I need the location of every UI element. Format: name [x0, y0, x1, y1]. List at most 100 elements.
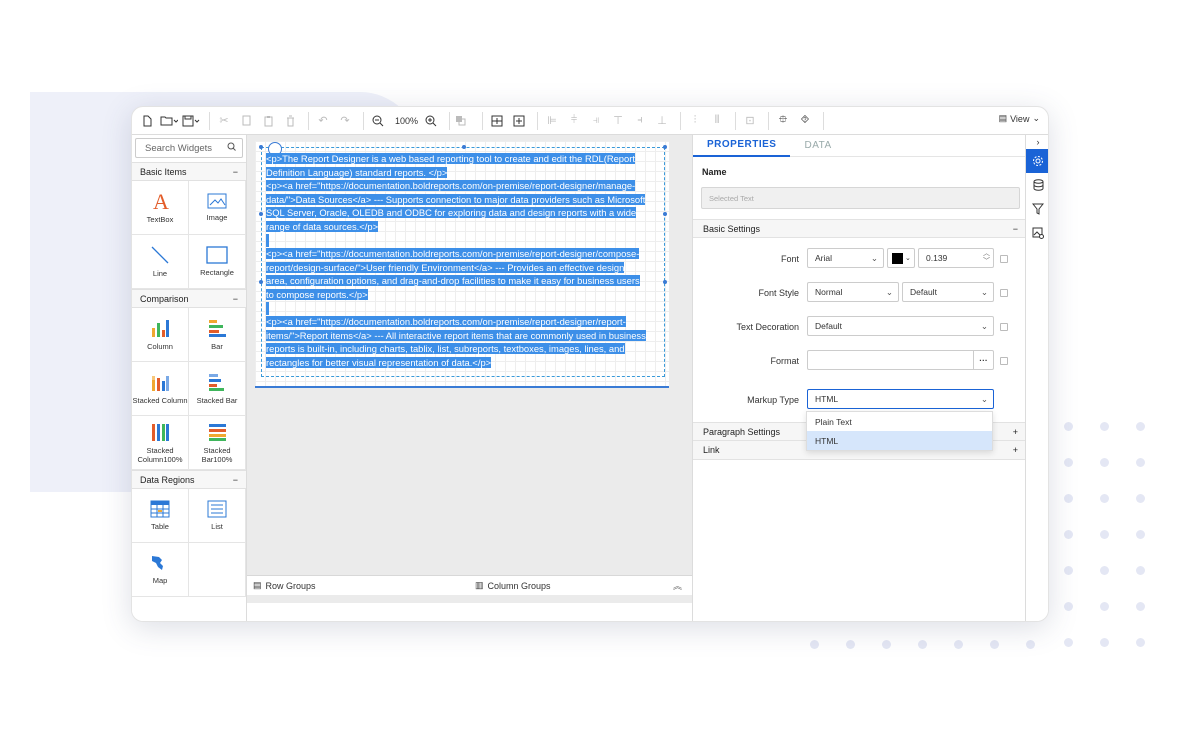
widget-table[interactable]: Table: [132, 489, 189, 543]
widget-rectangle[interactable]: Rectangle: [189, 235, 246, 289]
resize-handle[interactable]: [259, 280, 263, 284]
chevrons-up-icon[interactable]: ︽: [673, 579, 682, 592]
name-input[interactable]: Selected Text: [701, 187, 1020, 209]
decorative-dot: [1100, 530, 1109, 539]
menu-item-html[interactable]: HTML: [807, 431, 992, 450]
tab-data[interactable]: DATA: [790, 135, 845, 157]
search-widgets-input[interactable]: Search Widgets: [135, 138, 243, 158]
font-style-checkbox[interactable]: [1000, 289, 1008, 297]
resize-handle[interactable]: [259, 212, 263, 216]
collapse-icon[interactable]: −: [233, 167, 238, 177]
widget-label: Map: [152, 576, 168, 585]
widget-column[interactable]: Column: [132, 308, 189, 362]
align-top-icon[interactable]: ⊤: [609, 111, 627, 131]
textbox-content[interactable]: <p>The Report Designer is a web based re…: [266, 152, 662, 370]
resize-handle[interactable]: [462, 145, 466, 149]
undo-icon[interactable]: ↶: [314, 111, 332, 131]
align-left-icon[interactable]: ⊫: [543, 111, 561, 131]
chevron-down-icon: ⌄: [980, 287, 988, 297]
view-label: View: [1010, 113, 1030, 124]
center-vertical-icon[interactable]: ⯑: [796, 111, 814, 131]
footer-icon[interactable]: [510, 111, 528, 131]
widget-image[interactable]: Image: [189, 181, 246, 235]
widget-textbox[interactable]: A TextBox: [132, 181, 189, 235]
font-style-label: Font Style: [758, 288, 799, 298]
paste-icon[interactable]: [259, 111, 277, 131]
font-family-dropdown[interactable]: Arial ⌄: [807, 248, 884, 268]
text-line: range of data sources.</p>: [266, 220, 662, 234]
filter-icon[interactable]: [1026, 197, 1048, 221]
open-folder-icon[interactable]: [160, 111, 178, 131]
menu-item-plain-text[interactable]: Plain Text: [807, 412, 992, 431]
header-icon[interactable]: [488, 111, 506, 131]
markup-type-dropdown[interactable]: HTML ⌄: [807, 389, 994, 409]
font-size-stepper[interactable]: 0.139 ︿ ﹀: [918, 248, 994, 268]
align-right-icon[interactable]: ⫣: [587, 111, 605, 131]
order-icon[interactable]: [455, 111, 473, 131]
format-checkbox[interactable]: [1000, 357, 1008, 365]
widget-label: Line: [152, 269, 168, 278]
widget-stacked-column100[interactable]: Stacked Column100%: [132, 416, 189, 470]
font-color-picker[interactable]: ⌄: [887, 248, 915, 268]
center-horizontal-icon[interactable]: ⯐: [774, 111, 792, 131]
align-middle-icon[interactable]: ⫞: [631, 111, 649, 131]
distribute-icon[interactable]: ⫶: [686, 111, 704, 131]
text-decoration-checkbox[interactable]: [1000, 323, 1008, 331]
size-icon[interactable]: ⊡: [741, 111, 759, 131]
category-label: Basic Items: [140, 166, 187, 177]
decorative-dot: [1100, 458, 1109, 467]
decorative-dot: [810, 640, 819, 649]
report-body[interactable]: <p>The Report Designer is a web based re…: [255, 141, 669, 388]
category-basic-items[interactable]: Basic Items −: [132, 162, 246, 181]
row-groups-tab[interactable]: ▤ Row Groups: [253, 580, 316, 591]
expand-icon[interactable]: +: [1013, 445, 1018, 455]
widget-stacked-bar[interactable]: Stacked Bar: [189, 362, 246, 416]
align-bottom-icon[interactable]: ⊥: [653, 111, 671, 131]
font-weight-dropdown[interactable]: Default ⌄: [902, 282, 994, 302]
database-icon[interactable]: [1026, 173, 1048, 197]
font-style-dropdown[interactable]: Normal ⌄: [807, 282, 899, 302]
align-center-icon[interactable]: ⫩: [565, 111, 583, 131]
column-groups-tab[interactable]: ▥ Column Groups: [475, 580, 551, 591]
widget-label: List: [211, 522, 223, 531]
resize-handle[interactable]: [259, 145, 263, 149]
collapse-icon[interactable]: −: [233, 294, 238, 304]
selected-textbox[interactable]: <p>The Report Designer is a web based re…: [259, 142, 667, 377]
chevron-right-icon[interactable]: ›: [1026, 135, 1048, 149]
gear-icon[interactable]: [1026, 149, 1048, 173]
redo-icon[interactable]: ↷: [336, 111, 354, 131]
resize-handle[interactable]: [663, 145, 667, 149]
format-input[interactable]: ···: [807, 350, 994, 370]
expand-icon[interactable]: +: [1013, 427, 1018, 437]
spacing-icon[interactable]: ⫴: [708, 111, 726, 131]
collapse-icon[interactable]: −: [233, 475, 238, 485]
widget-list[interactable]: List: [189, 489, 246, 543]
view-button[interactable]: ▤ View ⌄: [999, 113, 1040, 124]
category-data-regions[interactable]: Data Regions −: [132, 470, 246, 489]
widget-stacked-bar100[interactable]: Stacked Bar100%: [189, 416, 246, 470]
image-settings-icon[interactable]: [1026, 221, 1048, 245]
new-file-icon[interactable]: [138, 111, 156, 131]
widget-bar[interactable]: Bar: [189, 308, 246, 362]
delete-icon[interactable]: [281, 111, 299, 131]
format-browse-button[interactable]: ···: [973, 351, 993, 369]
zoom-out-icon[interactable]: [369, 111, 387, 131]
widget-line[interactable]: Line: [132, 235, 189, 289]
basic-settings-header[interactable]: Basic Settings −: [693, 219, 1026, 238]
copy-icon[interactable]: [237, 111, 255, 131]
chevron-down-icon: ⌄: [1032, 113, 1040, 123]
zoom-in-icon[interactable]: [422, 111, 440, 131]
resize-handle[interactable]: [663, 212, 667, 216]
category-comparison[interactable]: Comparison −: [132, 289, 246, 308]
zoom-level[interactable]: 100%: [395, 116, 418, 126]
widget-stacked-column[interactable]: Stacked Column: [132, 362, 189, 416]
save-icon[interactable]: [182, 111, 200, 131]
cut-icon[interactable]: ✂: [215, 111, 233, 131]
spin-arrows-icon[interactable]: ︿ ﹀: [983, 250, 990, 266]
text-decoration-dropdown[interactable]: Default ⌄: [807, 316, 994, 336]
font-checkbox[interactable]: [1000, 255, 1008, 263]
resize-handle[interactable]: [663, 280, 667, 284]
widget-map[interactable]: Map: [132, 543, 189, 597]
collapse-icon[interactable]: −: [1013, 224, 1018, 234]
tab-properties[interactable]: PROPERTIES: [693, 135, 791, 157]
